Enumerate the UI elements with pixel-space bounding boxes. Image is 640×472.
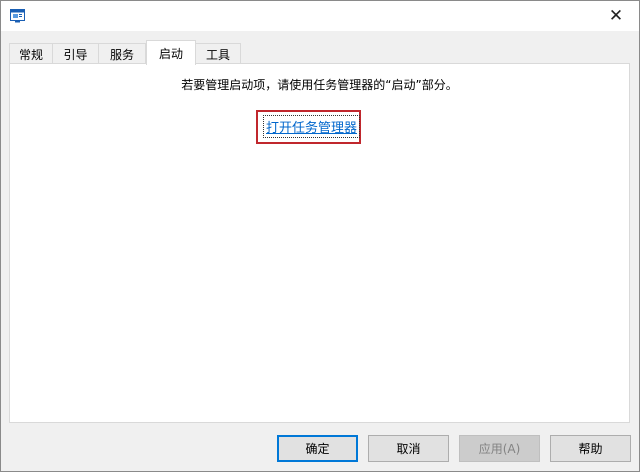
tab-boot[interactable]: 引导 [52,43,99,64]
close-icon: ✕ [608,6,624,26]
ok-button[interactable]: 确定 [277,435,358,462]
tab-label: 常规 [18,47,43,62]
close-button[interactable]: ✕ [593,1,639,31]
open-task-manager-link[interactable]: 打开任务管理器 [262,115,361,138]
msconfig-icon [10,9,25,23]
system-configuration-window: ✕ 常规 引导 服务 启动 工具 若要管理启动项，请使用任务管理器的“启动”部分… [0,0,640,472]
tab-label: 启动 [158,46,183,61]
tab-services[interactable]: 服务 [98,43,146,64]
help-button[interactable]: 帮助 [550,435,631,462]
tab-general[interactable]: 常规 [9,43,53,64]
startup-panel: 若要管理启动项，请使用任务管理器的“启动”部分。 打开任务管理器 [9,63,630,423]
tab-label: 工具 [205,47,230,62]
title-bar[interactable]: ✕ [1,1,639,31]
tab-label: 服务 [109,47,134,62]
tab-startup[interactable]: 启动 [146,40,196,65]
tab-tools[interactable]: 工具 [195,43,241,64]
cancel-button[interactable]: 取消 [368,435,449,462]
tab-label: 引导 [63,47,88,62]
apply-button[interactable]: 应用(A) [459,435,540,462]
startup-description: 若要管理启动项，请使用任务管理器的“启动”部分。 [181,78,458,92]
